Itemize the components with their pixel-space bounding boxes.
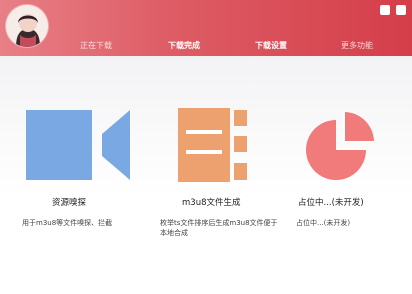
feature-panel: 资源嗅探 用于m3u8等文件嗅探、拦截 m3u8文件生成 枚举ts文件排序后生成…: [0, 56, 412, 294]
card-placeholder[interactable]: 占位中...(未开发) 占位中...(未开发): [296, 56, 412, 294]
pie-chart-icon: [302, 108, 378, 188]
card-resource-sniffing[interactable]: 资源嗅探 用于m3u8等文件嗅探、拦截: [22, 56, 152, 294]
tab-downloading[interactable]: 正在下载: [80, 40, 112, 52]
tab-more[interactable]: 更多功能: [341, 40, 373, 52]
document-list-icon: [178, 108, 248, 186]
card-description: 用于m3u8等文件嗅探、拦截: [22, 219, 113, 227]
tab-bar: 正在下载 下载完成 下载设置 更多功能: [0, 40, 412, 56]
video-camera-icon: [26, 108, 130, 186]
close-button[interactable]: [396, 5, 406, 15]
title-bar: 正在下载 下载完成 下载设置 更多功能: [0, 0, 412, 56]
card-description: 枚举ts文件排序后生成m3u8文件便于本地合成: [160, 219, 278, 237]
minimize-button[interactable]: [380, 5, 390, 15]
card-title: m3u8文件生成: [182, 198, 241, 208]
card-m3u8-generate[interactable]: m3u8文件生成 枚举ts文件排序后生成m3u8文件便于本地合成: [160, 56, 290, 294]
tab-completed[interactable]: 下载完成: [168, 40, 200, 52]
tab-settings[interactable]: 下载设置: [255, 40, 287, 52]
card-title: 占位中...(未开发): [298, 198, 364, 208]
card-description: 占位中...(未开发): [296, 219, 351, 227]
